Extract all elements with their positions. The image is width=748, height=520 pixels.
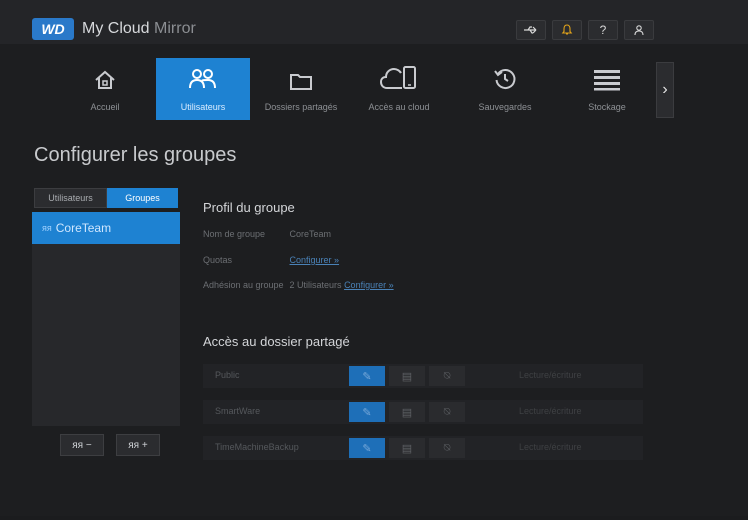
read-write-button[interactable]: ✎: [349, 402, 385, 422]
table-row: Public ✎ ▤ ⍉ Lecture/écriture: [203, 364, 643, 388]
read-write-button[interactable]: ✎: [349, 438, 385, 458]
nav-item-dossiers[interactable]: Dossiers partagés: [254, 58, 348, 120]
nav-item-stockage[interactable]: Stockage: [560, 58, 654, 120]
configure-quotas-link[interactable]: Configurer »: [290, 255, 340, 265]
list-item-group[interactable]: ᴙᴙ CoreTeam: [32, 212, 180, 244]
page-title: Configurer les groupes: [34, 144, 237, 166]
nav-label-cloud: Accès au cloud: [368, 102, 430, 112]
share-status: Lecture/écriture: [519, 442, 582, 452]
nav-next-arrow[interactable]: ›: [656, 62, 674, 118]
no-access-button[interactable]: ⍉: [429, 438, 465, 458]
profile-row-quotas: Quotas Configurer »: [203, 255, 339, 265]
read-write-button[interactable]: ✎: [349, 366, 385, 386]
bell-icon[interactable]: [552, 20, 582, 40]
read-only-button[interactable]: ▤: [389, 438, 425, 458]
profile-label: Quotas: [203, 255, 233, 265]
app-title-light: Mirror: [149, 20, 196, 37]
profile-value: CoreTeam: [289, 229, 332, 239]
nav-label-sauvegardes: Sauvegardes: [478, 102, 532, 112]
wd-logo: WD: [32, 18, 74, 40]
backup-icon: [493, 67, 517, 96]
table-row: TimeMachineBackup ✎ ▤ ⍉ Lecture/écriture: [203, 436, 643, 460]
profile-label: Nom de groupe: [203, 229, 266, 239]
nav-label-stockage: Stockage: [588, 102, 626, 112]
profile-section-title: Profil du groupe: [203, 200, 295, 215]
top-icons: ?: [516, 20, 654, 40]
no-access-button[interactable]: ⍉: [429, 366, 465, 386]
profile-row-membership: Adhésion au groupe 2 Utilisateurs Config…: [203, 280, 394, 290]
users-icon: [188, 67, 218, 96]
share-name: SmartWare: [215, 406, 261, 416]
remove-group-button[interactable]: ᴙᴙ −: [60, 434, 104, 456]
read-only-button[interactable]: ▤: [389, 402, 425, 422]
user-icon[interactable]: [624, 20, 654, 40]
storage-icon: [593, 69, 621, 96]
share-status: Lecture/écriture: [519, 370, 582, 380]
main-nav: ‹ Accueil Utilisateurs Dossiers partagés…: [0, 58, 748, 389]
nav-label-accueil: Accueil: [90, 102, 120, 112]
app-title: My Cloud Mirror: [82, 20, 196, 38]
group-list: ᴙᴙ CoreTeam: [32, 212, 180, 426]
app-window: WD My Cloud Mirror ? ‹ Accueil: [0, 0, 748, 516]
shares-section-title: Accès au dossier partagé: [203, 334, 350, 349]
nav-label-dossiers: Dossiers partagés: [264, 102, 338, 112]
nav-item-cloud[interactable]: Accès au cloud: [352, 58, 446, 120]
folder-icon: [289, 71, 313, 96]
help-button[interactable]: ?: [588, 20, 618, 40]
app-title-main: My Cloud: [82, 20, 150, 37]
no-access-button[interactable]: ⍉: [429, 402, 465, 422]
profile-row-name: Nom de groupe CoreTeam: [203, 229, 331, 239]
group-item-label: CoreTeam: [55, 221, 112, 235]
add-group-button[interactable]: ᴙᴙ +: [116, 434, 160, 456]
share-name: TimeMachineBackup: [215, 442, 299, 452]
profile-value: 2 Utilisateurs: [289, 280, 342, 290]
read-only-button[interactable]: ▤: [389, 366, 425, 386]
tab-groupes[interactable]: Groupes: [107, 188, 178, 208]
user-group-toggle: Utilisateurs Groupes: [34, 188, 178, 208]
nav-label-utilisateurs: Utilisateurs: [180, 102, 226, 112]
usb-icon[interactable]: [516, 20, 546, 40]
profile-label: Adhésion au groupe: [203, 280, 284, 290]
nav-item-utilisateurs[interactable]: Utilisateurs: [156, 58, 250, 120]
home-icon: [94, 69, 116, 96]
share-status: Lecture/écriture: [519, 406, 582, 416]
tab-utilisateurs[interactable]: Utilisateurs: [34, 188, 107, 208]
group-icon: ᴙᴙ: [42, 223, 52, 233]
table-row: SmartWare ✎ ▤ ⍉ Lecture/écriture: [203, 400, 643, 424]
top-bar: WD My Cloud Mirror ?: [0, 0, 748, 44]
share-name: Public: [215, 370, 240, 380]
nav-item-sauvegardes[interactable]: Sauvegardes: [458, 58, 552, 120]
group-panel: Utilisateurs Groupes ᴙᴙ CoreTeam ᴙᴙ − ᴙᴙ…: [32, 184, 180, 462]
nav-item-accueil[interactable]: Accueil: [58, 58, 152, 120]
configure-membership-link[interactable]: Configurer »: [344, 280, 394, 290]
cloud-device-icon: [379, 65, 418, 96]
group-actions: ᴙᴙ − ᴙᴙ +: [60, 434, 160, 456]
